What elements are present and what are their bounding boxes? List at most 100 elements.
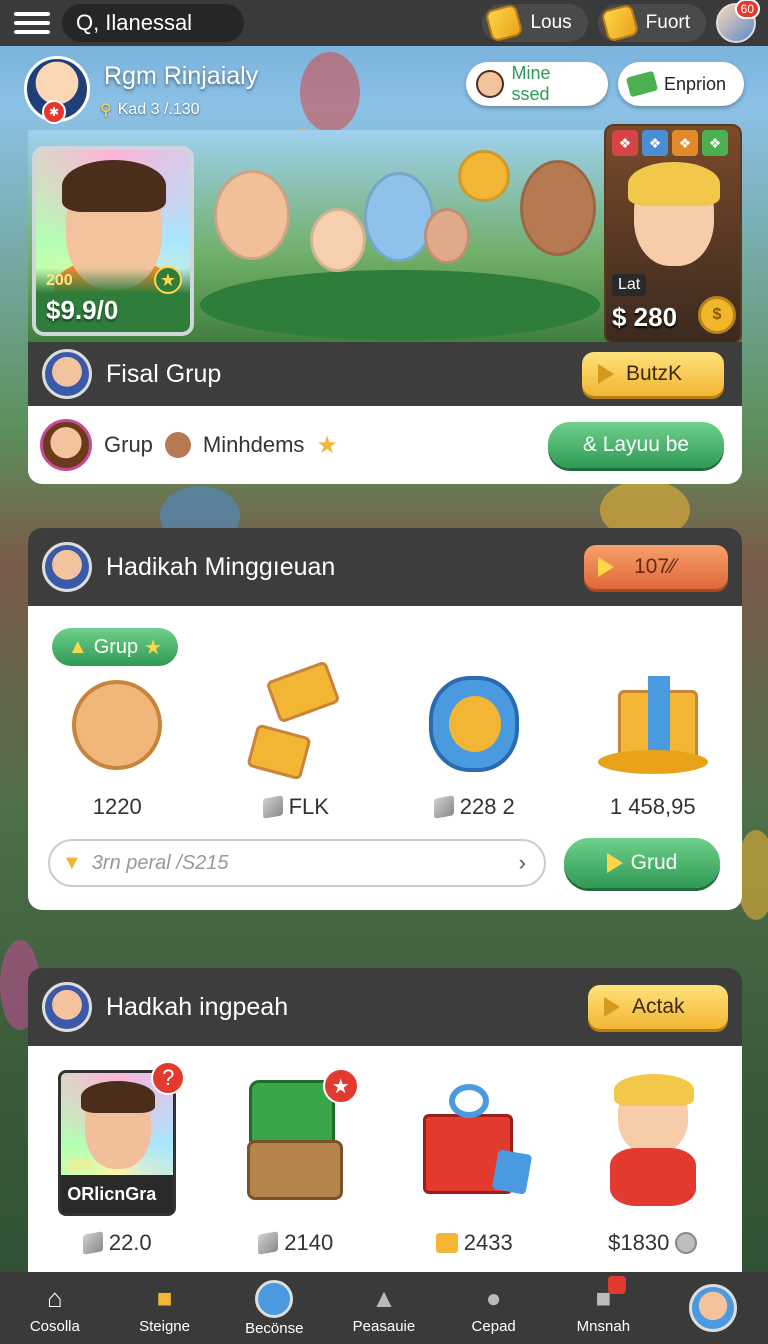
actak-button[interactable]: Actak	[588, 985, 728, 1029]
top-bar: Q, Ilanessal Lous Fuort 60	[0, 0, 768, 46]
gem-icon	[262, 795, 283, 819]
section-header-fisal: Fisal Grup ButzK	[28, 342, 742, 406]
dollar-coin-icon: $	[698, 296, 736, 334]
kid-illustration	[310, 208, 366, 272]
home-icon: ⌂	[46, 1283, 63, 1313]
mine-chip[interactable]: Mine ssed	[466, 62, 608, 106]
rank-badge-icon: ✱	[42, 100, 66, 124]
enprion-chip[interactable]: Enprion	[618, 62, 744, 106]
nav-item-store[interactable]: ■ Steigne	[115, 1282, 215, 1335]
play-icon	[606, 853, 623, 873]
currency-label: Fuort	[645, 12, 690, 33]
key-icon: ⚲	[100, 102, 112, 119]
member-icon	[164, 432, 191, 458]
group-tag[interactable]: ▲ Grup ★	[52, 628, 178, 666]
gold-coin-icon	[484, 3, 525, 43]
ticket-icon	[435, 1233, 458, 1253]
section-title: Hadikah Minggıeuan	[106, 552, 336, 581]
search-value: Ilanessal	[105, 10, 193, 35]
cash-icon	[625, 70, 659, 98]
gold-tiles-icon	[241, 660, 351, 781]
coin-stack-icon	[675, 1232, 698, 1254]
card-level: 200	[67, 1156, 93, 1173]
item-value: $1830	[608, 1230, 670, 1255]
character-hair	[62, 160, 166, 212]
search-icon: Q,	[76, 10, 100, 35]
nav-item-globe[interactable]: Becönse	[224, 1279, 324, 1337]
item-value: 1 458,95	[609, 794, 696, 819]
item-value: 22.0	[108, 1230, 152, 1255]
nav-item-map[interactable]: ● Cepad	[444, 1282, 544, 1335]
card-price: $ 280	[612, 302, 678, 332]
input-placeholder: 3rn peral /S215	[91, 851, 229, 874]
chevron-right-icon: ›	[518, 850, 526, 875]
gold-bag-icon: ■	[156, 1283, 173, 1313]
bell-icon	[598, 557, 614, 577]
card-name: ORlicnGra	[67, 1184, 157, 1204]
avatar	[40, 419, 92, 471]
game-table	[200, 270, 600, 340]
item-value: 2433	[463, 1230, 513, 1255]
gift-coins-icon	[597, 670, 708, 780]
kid-face-icon	[476, 70, 504, 98]
grud-button[interactable]: Grud	[564, 838, 720, 888]
reward-item[interactable]: FLK	[211, 660, 381, 820]
featured-character-card[interactable]: 200 ★ $9.9/0	[32, 146, 194, 336]
tag-icon: ❖	[642, 130, 668, 156]
kid-illustration	[520, 160, 596, 256]
group-label: Grup	[104, 432, 153, 457]
question-badge-icon: ?	[151, 1061, 186, 1095]
shop-item[interactable]: 2433	[389, 1070, 559, 1256]
members-label: Minhdems	[202, 432, 305, 457]
section2-body: ▲ Grup ★ 1220 FLK 228 2 1 458,95 ▼ 3rn p…	[28, 606, 742, 910]
nav-item-inbox[interactable]: ■ Mnsnah	[553, 1275, 653, 1335]
section3-body: 200 ORlicnGra ? 22.0 ★ 2140 2433 $1830	[28, 1046, 742, 1272]
layuu-button[interactable]: & Layuu be	[548, 422, 724, 468]
arrow-icon	[604, 997, 620, 1017]
shop-item[interactable]: $1830	[568, 1070, 738, 1256]
menu-icon[interactable]	[12, 8, 52, 38]
shop-item[interactable]: 200 ORlicnGra ? 22.0	[32, 1061, 202, 1256]
reward-items: 1220 FLK 228 2 1 458,95	[28, 660, 742, 820]
reward-item[interactable]: 1220	[32, 670, 202, 820]
side-character-card[interactable]: ❖ ❖ ❖ ❖ Lat $ 280 $	[604, 124, 742, 344]
butzk-button[interactable]: ButzK	[582, 352, 724, 396]
nav-item-home[interactable]: ⌂ Cosolla	[5, 1282, 105, 1335]
currency-label: Lous	[530, 12, 572, 33]
card-level: 200	[46, 272, 73, 289]
gem-icon	[82, 1231, 103, 1255]
balloon-decor	[300, 52, 360, 132]
avatar-icon	[689, 1284, 738, 1332]
face-icon	[62, 670, 172, 780]
counter-button[interactable]: 107∕∕	[584, 545, 728, 589]
section-title: Fisal Grup	[106, 359, 222, 388]
shop-item[interactable]: ★ 2140	[211, 1068, 381, 1256]
kid-illustration	[424, 208, 470, 264]
avatar	[42, 982, 92, 1032]
gem-icon	[433, 795, 454, 819]
nav-item-profile[interactable]	[663, 1284, 763, 1332]
item-value: FLK	[288, 794, 329, 819]
gift-box-icon	[415, 1070, 533, 1216]
search-input[interactable]: Q, Ilanessal	[62, 4, 244, 42]
globe-icon	[255, 1279, 294, 1318]
avatar	[42, 349, 92, 399]
nav-item-learn[interactable]: ▲ Peasauie	[334, 1282, 434, 1335]
profile-avatar-button[interactable]: 60	[716, 0, 760, 43]
item-value: 2140	[284, 1230, 334, 1255]
currency-pill-2[interactable]: Fuort	[597, 3, 706, 43]
smile-badge-icon	[419, 670, 529, 780]
reward-item[interactable]: 1 458,95	[568, 670, 738, 820]
gold-bar-icon	[600, 3, 640, 43]
kid-illustration	[458, 150, 510, 202]
star-icon: ★	[154, 266, 182, 294]
reward-item[interactable]: 228 2	[389, 670, 559, 820]
card-tags: ❖ ❖ ❖ ❖	[606, 126, 740, 160]
currency-pill-1[interactable]: Lous	[482, 3, 588, 43]
star-icon: ★	[144, 636, 163, 659]
shop-items: 200 ORlicnGra ? 22.0 ★ 2140 2433 $1830	[28, 1046, 742, 1256]
promo-code-input[interactable]: ▼ 3rn peral /S215 ›	[48, 839, 546, 887]
character-hair	[628, 162, 720, 206]
portrait-card-icon: 200 ORlicnGra ?	[58, 1061, 186, 1216]
hat-icon: ▲	[67, 635, 88, 658]
